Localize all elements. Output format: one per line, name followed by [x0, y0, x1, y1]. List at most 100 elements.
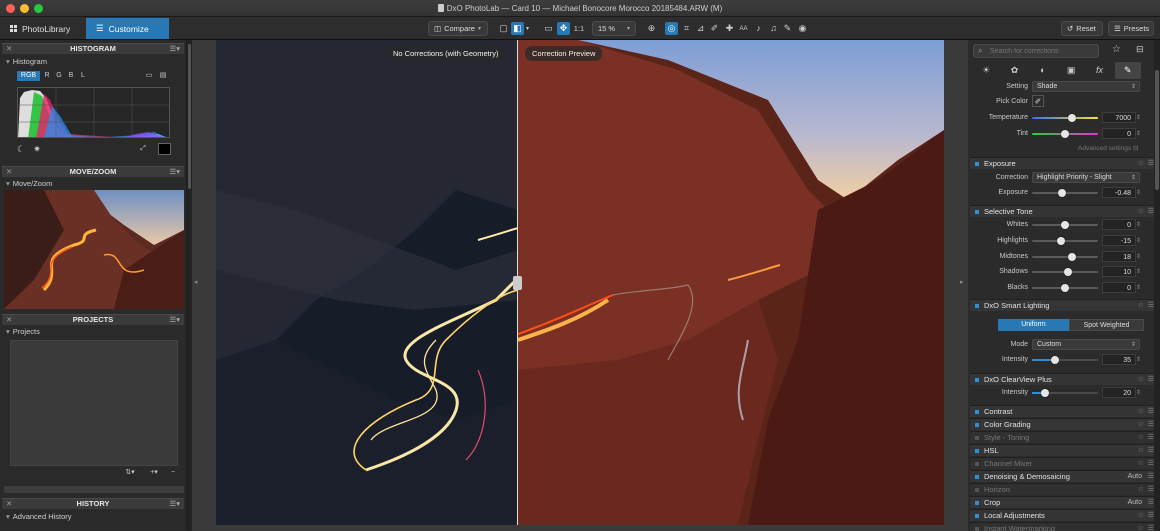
star-icon[interactable]: ☆: [1138, 445, 1144, 457]
clearview-intensity-value[interactable]: 20: [1102, 387, 1136, 398]
enable-toggle[interactable]: [975, 475, 979, 479]
star-icon[interactable]: ☆: [1138, 458, 1144, 470]
panel-menu-icon[interactable]: ☰▾: [170, 315, 181, 325]
split-view-icon[interactable]: ◧: [511, 22, 524, 35]
zoom-window-button[interactable]: [34, 4, 43, 13]
collapse-chevron-icon[interactable]: ▾: [6, 57, 10, 66]
histogram-channel-g[interactable]: G: [54, 71, 64, 81]
color-grading-section-header[interactable]: Color Grading ☆ ☰: [970, 418, 1158, 430]
moon-icon[interactable]: ☾: [16, 144, 26, 154]
enable-toggle[interactable]: [975, 423, 979, 427]
exposure-slider[interactable]: [1032, 189, 1098, 197]
smart-lighting-section-header[interactable]: DxO Smart Lighting ☆ ☰: [970, 299, 1158, 311]
star-icon[interactable]: ☆: [1138, 484, 1144, 496]
move-tool-icon[interactable]: ✥: [557, 22, 570, 35]
enable-toggle[interactable]: [975, 210, 979, 214]
split-handle[interactable]: [513, 276, 522, 290]
horizon-section-header[interactable]: Horizon ☆ ☰: [970, 483, 1158, 495]
reset-button[interactable]: ↺ Reset: [1061, 21, 1103, 36]
enable-toggle[interactable]: [975, 410, 979, 414]
enable-toggle[interactable]: [975, 514, 979, 518]
updown-icon[interactable]: ⇕: [1136, 387, 1141, 400]
histogram-channel-r[interactable]: R: [42, 71, 52, 81]
exposure-value[interactable]: -0.48: [1102, 187, 1136, 198]
history-panel-header[interactable]: ✕ HISTORY ☰▾: [2, 498, 184, 509]
fix-icon[interactable]: AA: [737, 22, 750, 35]
updown-icon[interactable]: ⇕: [1136, 251, 1141, 264]
scrollbar-thumb[interactable]: [188, 44, 191, 189]
selective-tone-section-header[interactable]: Selective Tone ☆ ☰: [970, 205, 1158, 217]
star-icon[interactable]: ☆: [1138, 523, 1144, 531]
temperature-value[interactable]: 7000: [1102, 112, 1136, 123]
shadows-value[interactable]: 10: [1102, 266, 1136, 277]
updown-icon[interactable]: ⇕: [1136, 219, 1141, 232]
scrollbar-thumb[interactable]: [1155, 70, 1159, 190]
highlights-slider[interactable]: [1032, 237, 1098, 245]
contrast-section-header[interactable]: Contrast ☆ ☰: [970, 405, 1158, 417]
loupe-icon[interactable]: ⊕: [645, 22, 658, 35]
correction-select[interactable]: Highlight Priority - Slight ⇕: [1032, 172, 1140, 183]
brush-icon[interactable]: ♪: [752, 22, 765, 35]
updown-icon[interactable]: ⇕: [1136, 128, 1141, 141]
presets-button[interactable]: ☰ Presets: [1108, 21, 1154, 36]
channel-mixer-section-header[interactable]: Channel Mixer ☆ ☰: [970, 457, 1158, 469]
panel-menu-icon[interactable]: ☰▾: [170, 499, 181, 509]
wb-setting-select[interactable]: Shade ⇕: [1032, 81, 1140, 92]
close-icon[interactable]: ✕: [6, 44, 12, 54]
movezoom-panel-header[interactable]: ✕ MOVE/ZOOM ☰▾: [2, 166, 184, 177]
image-viewer[interactable]: No Corrections (with Geometry) Correctio…: [192, 40, 968, 531]
corrected-image[interactable]: [518, 40, 944, 525]
star-icon[interactable]: ☆: [1138, 158, 1144, 170]
tab-customize[interactable]: ☰ Customize: [86, 18, 169, 39]
tab-photolibrary[interactable]: PhotoLibrary: [0, 18, 84, 39]
single-view-icon[interactable]: ▢: [497, 22, 510, 35]
geometry-palette-icon[interactable]: ▣: [1058, 62, 1084, 79]
histogram-channel-rgb[interactable]: RGB: [17, 71, 40, 81]
histogram-channel-b[interactable]: B: [66, 71, 76, 81]
eye-icon[interactable]: ◉: [796, 22, 809, 35]
collapse-chevron-icon[interactable]: ▾: [6, 512, 10, 521]
repair-icon[interactable]: ✚: [723, 22, 736, 35]
zoom-1to1-button[interactable]: 1:1: [572, 22, 586, 35]
updown-icon[interactable]: ⇕: [1136, 112, 1141, 125]
highlights-value[interactable]: -15: [1102, 235, 1136, 246]
clearview-section-header[interactable]: DxO ClearView Plus ☆ ☰: [970, 373, 1158, 385]
updown-icon[interactable]: ⇕: [1136, 187, 1141, 200]
blacks-value[interactable]: 0: [1102, 282, 1136, 293]
star-icon[interactable]: ☆: [1138, 432, 1144, 444]
enable-toggle[interactable]: [975, 436, 979, 440]
slider-knob[interactable]: [1067, 253, 1076, 261]
detail-palette-icon[interactable]: ◐: [1030, 62, 1056, 79]
corrections-search[interactable]: ⌕: [973, 44, 1099, 58]
slider-knob[interactable]: [1057, 189, 1066, 197]
effects-palette-icon[interactable]: fx: [1086, 62, 1112, 79]
right-collapse-arrow-icon[interactable]: ▸: [960, 278, 964, 286]
star-icon[interactable]: ☆: [1138, 510, 1144, 522]
slider-knob[interactable]: [1064, 268, 1073, 276]
exposure-section-header[interactable]: Exposure ☆ ☰: [970, 157, 1158, 169]
shadows-slider[interactable]: [1032, 268, 1098, 276]
panel-settings-icon[interactable]: ⊟: [1136, 44, 1144, 55]
denoising-section-header[interactable]: Denoising & Demosaicing Auto ☰: [970, 470, 1158, 482]
blacks-slider[interactable]: [1032, 284, 1098, 292]
enable-toggle[interactable]: [975, 501, 979, 505]
panel-menu-icon[interactable]: ☰▾: [170, 44, 181, 54]
whites-slider[interactable]: [1032, 221, 1098, 229]
zoom-level-select[interactable]: 15 % ▾: [592, 21, 636, 36]
slider-knob[interactable]: [1041, 389, 1050, 397]
search-input[interactable]: [990, 46, 1094, 56]
pen-icon[interactable]: ♫: [767, 22, 780, 35]
add-project-icon[interactable]: +▾: [146, 468, 162, 478]
histogram-panel-header[interactable]: ✕ HISTOGRAM ☰▾: [2, 43, 184, 54]
sun-icon[interactable]: ✷: [32, 144, 42, 154]
mode-select[interactable]: Custom ⇕: [1032, 339, 1140, 350]
local-adjustments-icon[interactable]: ✎: [781, 22, 794, 35]
slider-knob[interactable]: [1051, 356, 1060, 364]
close-icon[interactable]: ✕: [6, 167, 12, 177]
clearview-intensity-slider[interactable]: [1032, 389, 1098, 397]
tint-value[interactable]: 0: [1102, 128, 1136, 139]
slider-knob[interactable]: [1061, 130, 1069, 138]
midtones-slider[interactable]: [1032, 253, 1098, 261]
remove-project-icon[interactable]: −: [168, 468, 178, 478]
spot-weighted-button[interactable]: Spot Weighted: [1069, 319, 1144, 331]
